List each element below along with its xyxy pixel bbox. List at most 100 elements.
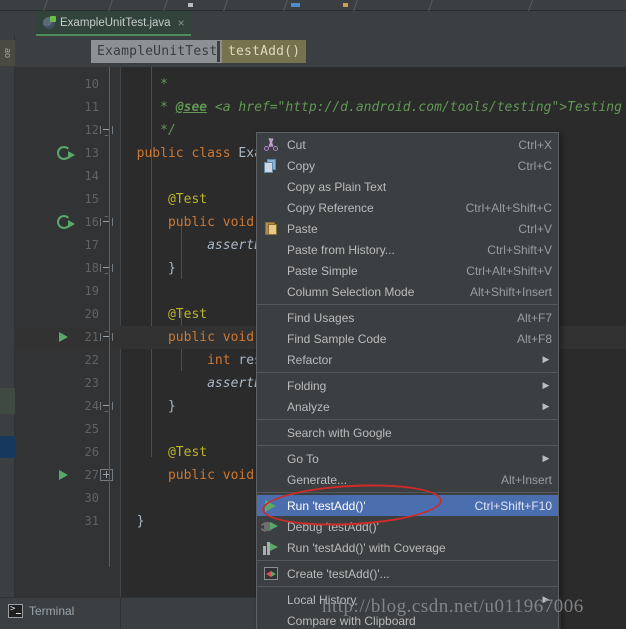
- menu-item-compare-with-clipboard[interactable]: Compare with Clipboard: [257, 610, 558, 629]
- fold-cup-icon[interactable]: [99, 119, 114, 142]
- code-token: @Test: [121, 307, 208, 322]
- line-number: 15: [84, 192, 99, 206]
- menu-item-column-selection-mode[interactable]: Column Selection Mode Alt+Shift+Insert: [257, 281, 558, 302]
- code-line[interactable]: @Test: [121, 441, 207, 464]
- menu-item-label: Analyze: [287, 399, 330, 414]
- submenu-chevron-right-icon: ▶: [542, 453, 550, 463]
- menu-item-icon-slot: [257, 197, 287, 218]
- menu-item-local-history[interactable]: Local History ▶: [257, 589, 558, 610]
- fold-connector-line: [109, 67, 110, 567]
- menu-item-shortcut: Alt+F7: [516, 310, 552, 325]
- menu-separator: [257, 372, 558, 373]
- menu-item-go-to[interactable]: Go To ▶: [257, 448, 558, 469]
- terminal-label: Terminal: [29, 604, 75, 618]
- menu-item-label: Copy Reference: [287, 200, 374, 215]
- menu-item-shortcut: Alt+Shift+Insert: [469, 284, 552, 299]
- menu-item-copy-as-plain-text[interactable]: Copy as Plain Text: [257, 176, 558, 197]
- run-gutter-icon[interactable]: [57, 326, 75, 349]
- code-line[interactable]: */: [121, 119, 176, 142]
- menu-item-icon-slot: [257, 448, 287, 469]
- menu-item-label: Find Sample Code: [287, 331, 387, 346]
- menu-item-copy[interactable]: Copy Ctrl+C: [257, 155, 558, 176]
- run-gutter-icon[interactable]: [57, 464, 75, 487]
- ide-window: ExampleUnitTest.java × ExampleUnitTest t…: [0, 0, 626, 629]
- code-token: }: [121, 514, 145, 529]
- code-token: *: [121, 77, 168, 92]
- menu-item-paste-from-history[interactable]: Paste from History... Ctrl+Shift+V: [257, 239, 558, 260]
- menu-item-run-testadd[interactable]: Run 'testAdd()' Ctrl+Shift+F10: [257, 495, 558, 516]
- menu-item-paste[interactable]: Paste Ctrl+V: [257, 218, 558, 239]
- status-divider: [120, 598, 121, 629]
- menu-item-label: Paste Simple: [287, 263, 358, 278]
- code-token: }: [121, 261, 176, 276]
- code-token: @Test: [121, 192, 208, 207]
- editor-tab-bar: ExampleUnitTest.java ×: [0, 11, 626, 36]
- code-line[interactable]: *: [121, 73, 168, 96]
- main-toolbar: [0, 0, 626, 11]
- menu-item-label: Go To: [287, 451, 319, 466]
- line-number: 24: [84, 399, 99, 413]
- terminal-icon: [8, 604, 23, 618]
- code-token: public void: [121, 215, 262, 230]
- menu-item-icon-slot: [257, 260, 287, 281]
- code-token: *: [121, 100, 176, 115]
- menu-item-label: Create 'testAdd()'...: [287, 566, 390, 581]
- menu-item-label: Search with Google: [287, 425, 392, 440]
- code-line[interactable]: }: [121, 257, 176, 280]
- line-number: 25: [84, 422, 99, 436]
- menu-item-icon-slot: [257, 589, 287, 610]
- line-number: 23: [84, 376, 99, 390]
- code-line[interactable]: }: [121, 510, 145, 533]
- menu-item-label: Folding: [287, 378, 327, 393]
- code-line[interactable]: @Test: [121, 188, 207, 211]
- editor-tab-example-unit-test[interactable]: ExampleUnitTest.java ×: [36, 11, 191, 36]
- fold-plus-icon[interactable]: [99, 464, 114, 487]
- terminal-tool-button[interactable]: Terminal: [8, 604, 74, 618]
- menu-item-find-sample-code[interactable]: Find Sample Code Alt+F8: [257, 328, 558, 349]
- breadcrumb-method[interactable]: testAdd(): [222, 40, 307, 63]
- menu-separator: [257, 304, 558, 305]
- rerun-gutter-icon[interactable]: [57, 142, 75, 165]
- fold-cup-icon[interactable]: [99, 257, 114, 280]
- menu-item-cut[interactable]: Cut Ctrl+X: [257, 134, 558, 155]
- menu-item-shortcut: Ctrl+Shift+F10: [474, 498, 552, 513]
- line-number: 20: [84, 307, 99, 321]
- menu-item-run-testadd-with-coverage[interactable]: Run 'testAdd()' with Coverage: [257, 537, 558, 558]
- menu-item-find-usages[interactable]: Find Usages Alt+F7: [257, 307, 558, 328]
- menu-item-shortcut: Alt+Insert: [500, 472, 552, 487]
- code-line[interactable]: @Test: [121, 303, 207, 326]
- fold-cup-icon[interactable]: [99, 395, 114, 418]
- code-token: @Test: [121, 445, 208, 460]
- menu-item-folding[interactable]: Folding ▶: [257, 375, 558, 396]
- rerun-gutter-icon[interactable]: [57, 211, 75, 234]
- left-tool-tab[interactable]: ao: [0, 40, 15, 66]
- menu-item-create-testadd[interactable]: Create 'testAdd()'...: [257, 563, 558, 584]
- menu-item-copy-reference[interactable]: Copy Reference Ctrl+Alt+Shift+C: [257, 197, 558, 218]
- copy-icon: [257, 155, 287, 176]
- close-icon[interactable]: ×: [178, 17, 185, 29]
- breadcrumb-separator: [217, 41, 220, 62]
- fold-cap-icon[interactable]: [99, 211, 114, 234]
- status-bar-corner: [561, 597, 626, 629]
- menu-item-analyze[interactable]: Analyze ▶: [257, 396, 558, 417]
- code-line[interactable]: * @see <a href="http://d.android.com/too…: [121, 96, 626, 119]
- menu-separator: [257, 586, 558, 587]
- code-token: int: [121, 353, 239, 368]
- line-number: 17: [84, 238, 99, 252]
- left-tool-window-bar: ao: [0, 36, 15, 629]
- fold-cap-icon[interactable]: [99, 326, 114, 349]
- menu-item-label: Compare with Clipboard: [287, 613, 416, 628]
- menu-item-label: Generate...: [287, 472, 348, 487]
- menu-item-refactor[interactable]: Refactor ▶: [257, 349, 558, 370]
- menu-item-generate[interactable]: Generate... Alt+Insert: [257, 469, 558, 490]
- breadcrumb-class[interactable]: ExampleUnitTest: [91, 40, 224, 63]
- line-number: 14: [84, 169, 99, 183]
- menu-item-debug-testadd[interactable]: Debug 'testAdd()': [257, 516, 558, 537]
- run-icon: [257, 495, 287, 516]
- menu-item-search-with-google[interactable]: Search with Google: [257, 422, 558, 443]
- menu-item-paste-simple[interactable]: Paste Simple Ctrl+Alt+Shift+V: [257, 260, 558, 281]
- line-number: 10: [84, 77, 99, 91]
- menu-item-label: Run 'testAdd()' with Coverage: [287, 540, 446, 555]
- editor-context-menu[interactable]: Cut Ctrl+X Copy Ctrl+C Copy as Plain Text Cop…: [256, 132, 559, 629]
- code-line[interactable]: }: [121, 395, 176, 418]
